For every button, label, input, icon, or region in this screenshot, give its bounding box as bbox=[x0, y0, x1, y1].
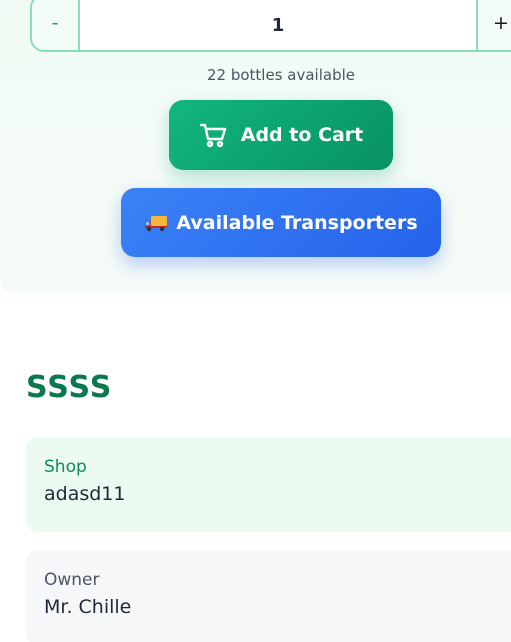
cart-icon bbox=[199, 123, 226, 148]
increment-button[interactable]: + bbox=[478, 0, 511, 50]
owner-label: Owner bbox=[44, 570, 100, 590]
quantity-input[interactable]: 1 bbox=[78, 0, 478, 50]
available-transporters-button[interactable]: Available Transporters bbox=[121, 188, 441, 257]
shop-label: Shop bbox=[44, 457, 87, 477]
product-page: - 1 + 22 bottles available Add to Cart A… bbox=[0, 0, 511, 642]
quantity-stepper: - 1 + bbox=[30, 0, 511, 52]
owner-value: Mr. Chille bbox=[44, 596, 132, 618]
shop-value: adasd11 bbox=[44, 483, 126, 505]
available-transporters-label: Available Transporters bbox=[176, 211, 418, 234]
quantity-value: 1 bbox=[271, 14, 285, 36]
shop-card: Shop adasd11 bbox=[26, 437, 511, 532]
add-to-cart-label: Add to Cart bbox=[240, 124, 364, 146]
owner-card: Owner Mr. Chille bbox=[26, 550, 511, 642]
delivery-truck-icon bbox=[145, 215, 168, 231]
add-to-cart-button[interactable]: Add to Cart bbox=[169, 100, 393, 170]
product-title: SSSS bbox=[26, 370, 113, 405]
availability-text: 22 bottles available bbox=[206, 66, 355, 84]
decrement-button[interactable]: - bbox=[32, 0, 78, 50]
increment-label: + bbox=[493, 12, 509, 34]
decrement-label: - bbox=[51, 12, 59, 34]
